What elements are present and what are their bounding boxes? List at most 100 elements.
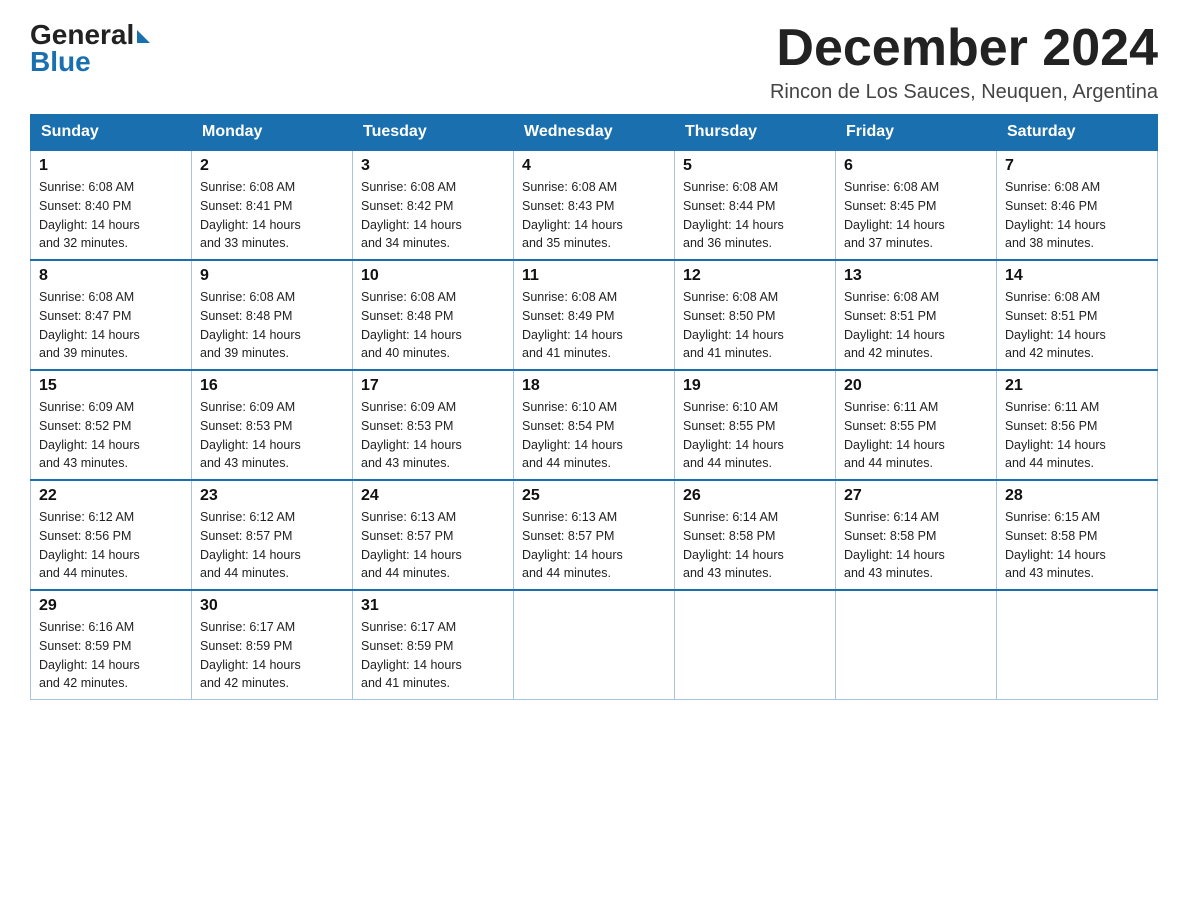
day-info: Sunrise: 6:13 AM Sunset: 8:57 PM Dayligh… <box>361 508 505 583</box>
day-number: 31 <box>361 597 505 615</box>
title-area: December 2024 Rincon de Los Sauces, Neuq… <box>770 20 1158 104</box>
day-number: 13 <box>844 267 988 285</box>
calendar-cell: 12 Sunrise: 6:08 AM Sunset: 8:50 PM Dayl… <box>675 260 836 370</box>
calendar-cell: 2 Sunrise: 6:08 AM Sunset: 8:41 PM Dayli… <box>192 150 353 260</box>
day-number: 14 <box>1005 267 1149 285</box>
calendar-cell: 5 Sunrise: 6:08 AM Sunset: 8:44 PM Dayli… <box>675 150 836 260</box>
day-info: Sunrise: 6:08 AM Sunset: 8:41 PM Dayligh… <box>200 178 344 253</box>
day-info: Sunrise: 6:12 AM Sunset: 8:57 PM Dayligh… <box>200 508 344 583</box>
calendar-table: Sunday Monday Tuesday Wednesday Thursday… <box>30 114 1158 700</box>
day-info: Sunrise: 6:10 AM Sunset: 8:54 PM Dayligh… <box>522 398 666 473</box>
week-row-4: 22 Sunrise: 6:12 AM Sunset: 8:56 PM Dayl… <box>31 480 1158 590</box>
day-info: Sunrise: 6:08 AM Sunset: 8:48 PM Dayligh… <box>361 288 505 363</box>
calendar-cell: 22 Sunrise: 6:12 AM Sunset: 8:56 PM Dayl… <box>31 480 192 590</box>
day-info: Sunrise: 6:10 AM Sunset: 8:55 PM Dayligh… <box>683 398 827 473</box>
day-number: 27 <box>844 487 988 505</box>
day-number: 21 <box>1005 377 1149 395</box>
calendar-cell: 10 Sunrise: 6:08 AM Sunset: 8:48 PM Dayl… <box>353 260 514 370</box>
day-number: 3 <box>361 157 505 175</box>
calendar-cell: 3 Sunrise: 6:08 AM Sunset: 8:42 PM Dayli… <box>353 150 514 260</box>
day-number: 6 <box>844 157 988 175</box>
day-info: Sunrise: 6:13 AM Sunset: 8:57 PM Dayligh… <box>522 508 666 583</box>
header-wednesday: Wednesday <box>514 115 675 151</box>
calendar-cell <box>514 590 675 700</box>
day-number: 8 <box>39 267 183 285</box>
day-number: 1 <box>39 157 183 175</box>
calendar-cell: 31 Sunrise: 6:17 AM Sunset: 8:59 PM Dayl… <box>353 590 514 700</box>
logo-triangle-icon <box>137 30 150 43</box>
calendar-cell: 6 Sunrise: 6:08 AM Sunset: 8:45 PM Dayli… <box>836 150 997 260</box>
day-info: Sunrise: 6:08 AM Sunset: 8:42 PM Dayligh… <box>361 178 505 253</box>
logo-blue-text: Blue <box>30 47 150 78</box>
calendar-cell <box>997 590 1158 700</box>
day-info: Sunrise: 6:08 AM Sunset: 8:47 PM Dayligh… <box>39 288 183 363</box>
day-number: 4 <box>522 157 666 175</box>
week-row-5: 29 Sunrise: 6:16 AM Sunset: 8:59 PM Dayl… <box>31 590 1158 700</box>
calendar-cell: 25 Sunrise: 6:13 AM Sunset: 8:57 PM Dayl… <box>514 480 675 590</box>
calendar-cell: 7 Sunrise: 6:08 AM Sunset: 8:46 PM Dayli… <box>997 150 1158 260</box>
header-saturday: Saturday <box>997 115 1158 151</box>
day-info: Sunrise: 6:16 AM Sunset: 8:59 PM Dayligh… <box>39 618 183 693</box>
day-info: Sunrise: 6:08 AM Sunset: 8:45 PM Dayligh… <box>844 178 988 253</box>
day-number: 23 <box>200 487 344 505</box>
day-number: 12 <box>683 267 827 285</box>
day-info: Sunrise: 6:15 AM Sunset: 8:58 PM Dayligh… <box>1005 508 1149 583</box>
day-number: 29 <box>39 597 183 615</box>
calendar-cell: 4 Sunrise: 6:08 AM Sunset: 8:43 PM Dayli… <box>514 150 675 260</box>
header-friday: Friday <box>836 115 997 151</box>
day-info: Sunrise: 6:09 AM Sunset: 8:53 PM Dayligh… <box>361 398 505 473</box>
day-info: Sunrise: 6:12 AM Sunset: 8:56 PM Dayligh… <box>39 508 183 583</box>
day-info: Sunrise: 6:08 AM Sunset: 8:43 PM Dayligh… <box>522 178 666 253</box>
day-number: 18 <box>522 377 666 395</box>
day-info: Sunrise: 6:11 AM Sunset: 8:56 PM Dayligh… <box>1005 398 1149 473</box>
day-info: Sunrise: 6:11 AM Sunset: 8:55 PM Dayligh… <box>844 398 988 473</box>
day-number: 20 <box>844 377 988 395</box>
calendar-cell: 28 Sunrise: 6:15 AM Sunset: 8:58 PM Dayl… <box>997 480 1158 590</box>
day-info: Sunrise: 6:08 AM Sunset: 8:44 PM Dayligh… <box>683 178 827 253</box>
calendar-cell <box>675 590 836 700</box>
page-header: General Blue December 2024 Rincon de Los… <box>30 20 1158 104</box>
day-number: 11 <box>522 267 666 285</box>
calendar-cell: 15 Sunrise: 6:09 AM Sunset: 8:52 PM Dayl… <box>31 370 192 480</box>
day-number: 16 <box>200 377 344 395</box>
day-info: Sunrise: 6:08 AM Sunset: 8:51 PM Dayligh… <box>1005 288 1149 363</box>
day-number: 24 <box>361 487 505 505</box>
calendar-cell: 20 Sunrise: 6:11 AM Sunset: 8:55 PM Dayl… <box>836 370 997 480</box>
day-number: 26 <box>683 487 827 505</box>
day-info: Sunrise: 6:14 AM Sunset: 8:58 PM Dayligh… <box>844 508 988 583</box>
calendar-cell: 17 Sunrise: 6:09 AM Sunset: 8:53 PM Dayl… <box>353 370 514 480</box>
calendar-cell: 30 Sunrise: 6:17 AM Sunset: 8:59 PM Dayl… <box>192 590 353 700</box>
day-info: Sunrise: 6:08 AM Sunset: 8:51 PM Dayligh… <box>844 288 988 363</box>
day-info: Sunrise: 6:08 AM Sunset: 8:40 PM Dayligh… <box>39 178 183 253</box>
day-number: 10 <box>361 267 505 285</box>
calendar-cell: 11 Sunrise: 6:08 AM Sunset: 8:49 PM Dayl… <box>514 260 675 370</box>
calendar-cell: 16 Sunrise: 6:09 AM Sunset: 8:53 PM Dayl… <box>192 370 353 480</box>
calendar-cell: 26 Sunrise: 6:14 AM Sunset: 8:58 PM Dayl… <box>675 480 836 590</box>
calendar-cell: 24 Sunrise: 6:13 AM Sunset: 8:57 PM Dayl… <box>353 480 514 590</box>
day-number: 25 <box>522 487 666 505</box>
calendar-cell: 27 Sunrise: 6:14 AM Sunset: 8:58 PM Dayl… <box>836 480 997 590</box>
calendar-cell: 14 Sunrise: 6:08 AM Sunset: 8:51 PM Dayl… <box>997 260 1158 370</box>
day-number: 2 <box>200 157 344 175</box>
calendar-cell: 13 Sunrise: 6:08 AM Sunset: 8:51 PM Dayl… <box>836 260 997 370</box>
day-info: Sunrise: 6:09 AM Sunset: 8:53 PM Dayligh… <box>200 398 344 473</box>
day-number: 15 <box>39 377 183 395</box>
header-tuesday: Tuesday <box>353 115 514 151</box>
day-number: 7 <box>1005 157 1149 175</box>
week-row-2: 8 Sunrise: 6:08 AM Sunset: 8:47 PM Dayli… <box>31 260 1158 370</box>
header-monday: Monday <box>192 115 353 151</box>
weekday-header-row: Sunday Monday Tuesday Wednesday Thursday… <box>31 115 1158 151</box>
day-info: Sunrise: 6:08 AM Sunset: 8:49 PM Dayligh… <box>522 288 666 363</box>
calendar-cell: 21 Sunrise: 6:11 AM Sunset: 8:56 PM Dayl… <box>997 370 1158 480</box>
header-sunday: Sunday <box>31 115 192 151</box>
day-info: Sunrise: 6:08 AM Sunset: 8:48 PM Dayligh… <box>200 288 344 363</box>
calendar-cell: 23 Sunrise: 6:12 AM Sunset: 8:57 PM Dayl… <box>192 480 353 590</box>
day-number: 9 <box>200 267 344 285</box>
day-info: Sunrise: 6:08 AM Sunset: 8:50 PM Dayligh… <box>683 288 827 363</box>
week-row-3: 15 Sunrise: 6:09 AM Sunset: 8:52 PM Dayl… <box>31 370 1158 480</box>
day-number: 28 <box>1005 487 1149 505</box>
logo: General Blue <box>30 20 150 78</box>
calendar-cell: 8 Sunrise: 6:08 AM Sunset: 8:47 PM Dayli… <box>31 260 192 370</box>
day-number: 22 <box>39 487 183 505</box>
calendar-cell <box>836 590 997 700</box>
